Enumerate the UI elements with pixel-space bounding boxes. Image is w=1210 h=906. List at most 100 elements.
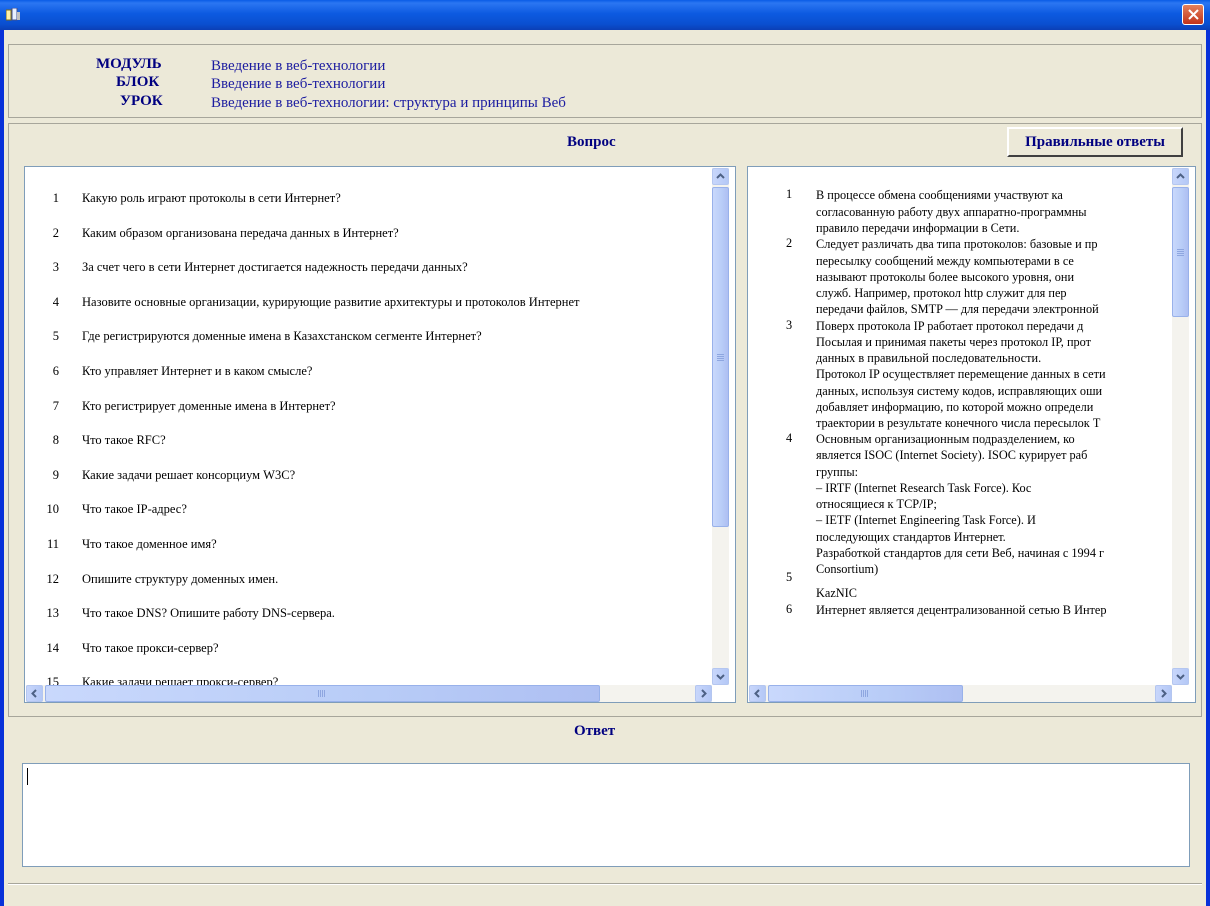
app-icon: [6, 8, 20, 21]
answer-number: 3: [786, 318, 793, 332]
question-text: За счет чего в сети Интернет достигается…: [82, 260, 468, 275]
answer-line: Consortium): [816, 562, 879, 576]
questions-list[interactable]: 1 Какую роль играют протоколы в сети Инте…: [24, 166, 736, 703]
arrow-down-icon: [716, 674, 725, 680]
arrow-left-icon: [754, 689, 760, 698]
answer-line: траектории в результате конечного числа …: [816, 416, 1101, 430]
answer-input[interactable]: [22, 763, 1190, 867]
answers-vscrollbar[interactable]: [1172, 168, 1189, 685]
arrow-right-icon: [1161, 689, 1167, 698]
scroll-right-button[interactable]: [695, 685, 712, 702]
block-value: Введение в веб-технологии: [211, 76, 386, 92]
close-button[interactable]: [1182, 4, 1204, 25]
question-text: Что такое DNS? Опишите работу DNS-сервер…: [82, 606, 335, 621]
answer-line: Поверх протокола IP работает протокол пе…: [816, 319, 1084, 333]
answer-line: данных, используя систему кодов, исправл…: [816, 384, 1103, 398]
answer-line: Протокол IP осуществляет перемещение дан…: [816, 367, 1106, 381]
scroll-thumb[interactable]: [1172, 187, 1189, 317]
answer-line: согласованную работу двух аппаратно-прог…: [816, 205, 1087, 219]
hscroll-thumb[interactable]: [768, 685, 963, 702]
hscroll-thumb[interactable]: [45, 685, 600, 702]
window-border-right: [1206, 30, 1210, 906]
header-panel: [8, 44, 1202, 118]
answer-line: Основным организационным подразделением,…: [816, 432, 1075, 446]
question-number: 3: [52, 260, 59, 275]
lesson-label: УРОК: [120, 93, 163, 109]
questions-hscrollbar[interactable]: [26, 685, 712, 702]
questions-list-viewport: 1 Какую роль играют протоколы в сети Инте…: [25, 167, 712, 686]
question-text: Какую роль играют протоколы в сети Интер…: [82, 191, 341, 205]
answer-line: Следует различать два типа протоколов: б…: [816, 237, 1098, 251]
scroll-down-button[interactable]: [1172, 668, 1189, 685]
arrow-up-icon: [716, 173, 725, 179]
question-number: 13: [46, 606, 60, 621]
module-label: МОДУЛЬ: [96, 56, 162, 72]
question-number: 4: [52, 294, 59, 309]
answer-number: 5: [786, 570, 793, 584]
scroll-thumb[interactable]: [712, 187, 729, 527]
question-text: Кто управляет Интернет и в каком смысле?: [82, 364, 313, 378]
question-number: 11: [46, 537, 59, 551]
answer-line: – IRTF (Internet Research Task Force). К…: [816, 481, 1032, 495]
correct-answers-list[interactable]: В процессе обмена сообщениями участвуют …: [747, 166, 1196, 703]
scroll-up-button[interactable]: [712, 168, 729, 185]
scroll-left-button[interactable]: [749, 685, 766, 702]
question-number: 8: [52, 433, 59, 448]
answer-line: данных в правильной последовательности.: [816, 351, 1042, 365]
answer-line: является ISOC (Internet Society). ISOC к…: [816, 448, 1088, 462]
text-cursor: [27, 768, 28, 785]
question-text: Опишите структуру доменных имен.: [82, 571, 279, 586]
lesson-value: Введение в веб-технологии: структура и п…: [211, 95, 566, 111]
question-number: 1: [52, 191, 59, 205]
arrow-right-icon: [701, 689, 707, 698]
answer-line: группы:: [816, 465, 859, 479]
question-caption: Вопрос: [567, 134, 616, 150]
question-number: 6: [52, 364, 59, 378]
answers-hscrollbar[interactable]: [749, 685, 1172, 702]
bottom-divider: [8, 883, 1202, 885]
question-text: Каким образом организована передача данн…: [82, 225, 399, 240]
answer-number: 4: [786, 431, 793, 445]
window-border-left: [0, 30, 4, 906]
answer-line: – IETF (Internet Engineering Task Force)…: [816, 513, 1036, 527]
answer-line: относящиеся к TCP/IP;: [816, 497, 937, 511]
answer-number: 1: [786, 187, 793, 201]
arrow-up-icon: [1176, 173, 1185, 179]
answer-line: последующих стандартов Интернет.: [816, 530, 1006, 544]
question-number: 10: [46, 502, 60, 517]
arrow-down-icon: [1176, 674, 1185, 680]
block-label: БЛОК: [116, 74, 160, 90]
question-text: Кто регистрирует доменные имена в Интерн…: [82, 398, 336, 413]
question-text: Что такое RFC?: [82, 433, 166, 448]
question-text: Где регистрируются доменные имена в Каза…: [82, 329, 482, 344]
scroll-left-button[interactable]: [26, 685, 43, 702]
answer-caption: Ответ: [574, 723, 616, 739]
questions-vscrollbar[interactable]: [712, 168, 729, 685]
scroll-up-button[interactable]: [1172, 168, 1189, 185]
answer-line: Разработкой стандартов для сети Веб, нач…: [816, 546, 1105, 560]
question-text: Что такое доменное имя?: [82, 537, 217, 551]
correct-answers-button[interactable]: Правильные ответы: [1007, 127, 1183, 157]
title-bar[interactable]: [0, 0, 1210, 30]
answer-line: Посылая и принимая пакеты через протокол…: [816, 335, 1092, 349]
answer-line: правило передачи информации в Сети.: [816, 221, 1020, 235]
question-number: 5: [52, 329, 59, 344]
answer-line: KazNIC: [816, 586, 857, 600]
close-icon: [1188, 9, 1199, 20]
question-text: Какие задачи решает консорциум W3C?: [82, 467, 296, 482]
question-number: 14: [46, 640, 60, 655]
answer-line: называют протоколы более высокого уровня…: [816, 270, 1075, 284]
question-number: 7: [52, 398, 59, 413]
answer-line: пересылку сообщений между компьютерами в…: [816, 254, 1074, 268]
arrow-left-icon: [31, 689, 37, 698]
answers-list-viewport: В процессе обмена сообщениями участвуют …: [748, 167, 1172, 686]
answer-number: 2: [786, 236, 793, 250]
answer-line: Интернет является децентрализованной сет…: [816, 603, 1107, 617]
question-text: Назовите основные организации, курирующи…: [82, 294, 580, 309]
scroll-down-button[interactable]: [712, 668, 729, 685]
answer-line: добавляет информацию, по которой можно о…: [816, 400, 1094, 414]
answer-line: служб. Например, протокол http служит дл…: [816, 286, 1067, 300]
question-text: Что такое IP-адрес?: [82, 502, 187, 517]
module-value: Введение в веб-технологии: [211, 58, 386, 74]
scroll-right-button[interactable]: [1155, 685, 1172, 702]
